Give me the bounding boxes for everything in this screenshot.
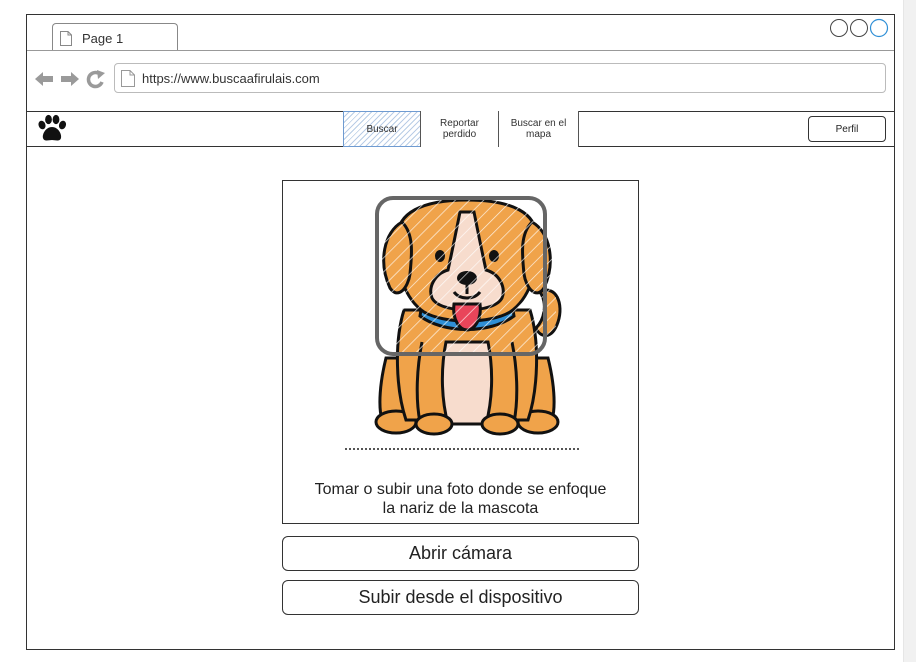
window-controls	[830, 18, 889, 38]
open-camera-button[interactable]: Abrir cámara	[282, 536, 639, 571]
url-text: https://www.buscaafirulais.com	[142, 71, 320, 86]
nav-buscar-label: Buscar	[366, 123, 398, 135]
dotted-divider	[345, 448, 579, 450]
nav-reportar-perdido[interactable]: Reportar perdido	[420, 111, 499, 147]
tab-title: Page 1	[82, 31, 124, 46]
instruction-text: Tomar o subir una foto donde se enfoque …	[314, 481, 607, 517]
scrollbar[interactable]	[903, 0, 916, 662]
forward-arrow-icon[interactable]	[61, 72, 79, 86]
upload-from-device-button[interactable]: Subir desde el dispositivo	[282, 580, 639, 615]
window-circle-icon	[850, 19, 868, 37]
nav-buscar[interactable]: Buscar	[343, 111, 421, 147]
paw-icon[interactable]	[36, 114, 68, 144]
window-circle-icon	[869, 18, 889, 38]
reload-icon[interactable]	[86, 70, 105, 89]
upload-label: Subir desde el dispositivo	[358, 587, 563, 607]
nav-buscar-mapa[interactable]: Buscar en el mapa	[498, 111, 579, 147]
dog-icon	[374, 196, 562, 436]
profile-button[interactable]: Perfil	[808, 116, 886, 142]
tab-divider	[27, 50, 894, 51]
open-camera-label: Abrir cámara	[408, 543, 513, 563]
browser-nav-controls	[35, 70, 105, 89]
window-circle-icon	[830, 19, 848, 37]
back-arrow-icon[interactable]	[35, 72, 53, 86]
nav-reportar-label: Reportar perdido	[440, 118, 479, 140]
page-icon	[121, 70, 135, 87]
nav-mapa-label: Buscar en el mapa	[510, 118, 567, 140]
page-icon	[60, 31, 72, 46]
browser-tab[interactable]: Page 1	[52, 23, 178, 51]
profile-label: Perfil	[835, 123, 859, 135]
address-bar[interactable]: https://www.buscaafirulais.com	[114, 63, 886, 93]
